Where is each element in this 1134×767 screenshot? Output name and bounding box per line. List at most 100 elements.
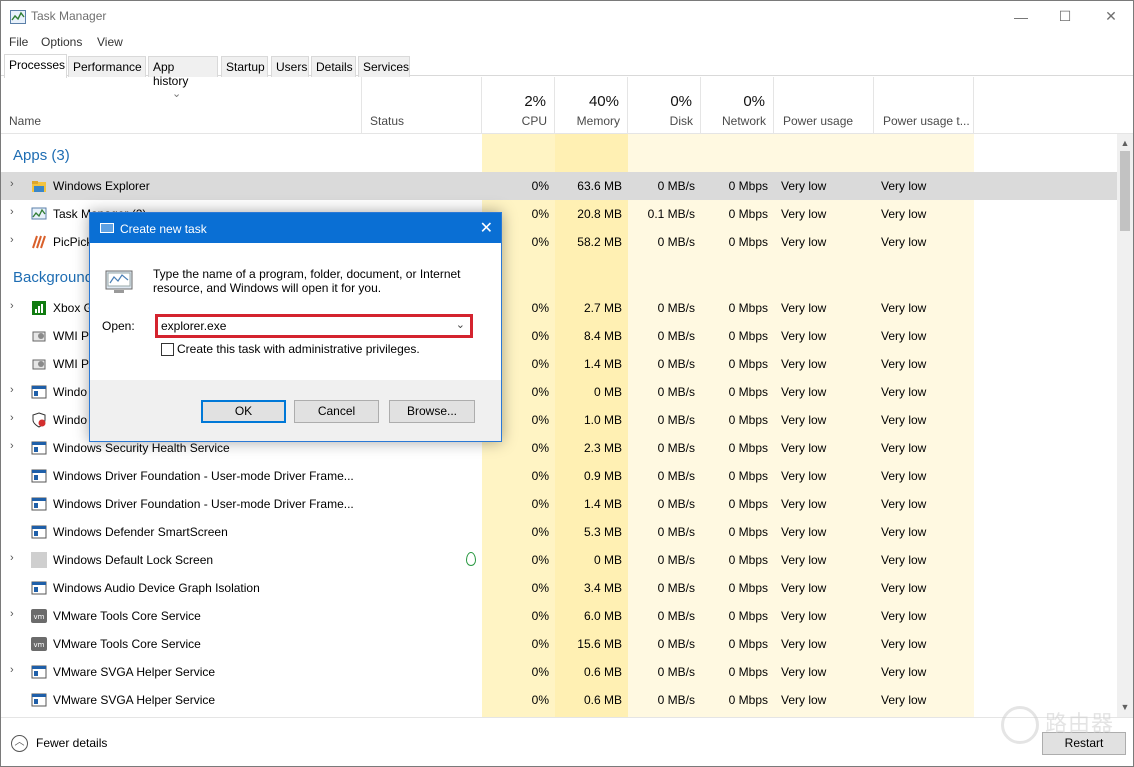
open-combobox[interactable]: explorer.exe ⌄ bbox=[155, 314, 473, 338]
cpu-total: 2% bbox=[524, 93, 546, 110]
process-power-trend: Very low bbox=[881, 637, 926, 651]
process-row[interactable]: VMware SVGA Helper Service0%0.6 MB0 MB/s… bbox=[1, 686, 1117, 714]
process-row[interactable]: ›Windows Default Lock Screen0%0 MB0 MB/s… bbox=[1, 546, 1117, 574]
scroll-up-icon[interactable]: ▲ bbox=[1117, 138, 1133, 148]
col-power[interactable]: Power usage bbox=[774, 77, 874, 134]
process-power-trend: Very low bbox=[881, 329, 926, 343]
admin-checkbox-label[interactable]: Create this task with administrative pri… bbox=[177, 342, 420, 356]
minimize-button[interactable]: — bbox=[998, 1, 1044, 32]
expand-chevron-icon[interactable]: › bbox=[10, 440, 14, 452]
expand-chevron-icon[interactable]: › bbox=[10, 384, 14, 396]
process-row[interactable]: vmVMware Tools Core Service0%15.6 MB0 MB… bbox=[1, 630, 1117, 658]
process-power: Very low bbox=[781, 693, 826, 707]
close-button[interactable]: ✕ bbox=[1088, 1, 1134, 32]
expand-chevron-icon[interactable]: › bbox=[10, 552, 14, 564]
open-input-value[interactable]: explorer.exe bbox=[161, 319, 226, 333]
col-network[interactable]: 0% Network bbox=[701, 77, 774, 134]
process-power: Very low bbox=[781, 329, 826, 343]
process-name: Windows Driver Foundation - User-mode Dr… bbox=[53, 469, 354, 483]
run-program-icon bbox=[103, 265, 135, 297]
col-name[interactable]: Name bbox=[1, 77, 362, 134]
dialog-body: Type the name of a program, folder, docu… bbox=[90, 243, 501, 380]
network-total: 0% bbox=[743, 93, 765, 110]
watermark-circle-icon bbox=[1001, 706, 1039, 744]
chevron-up-icon[interactable]: ︿ bbox=[11, 735, 28, 752]
col-status[interactable]: Status bbox=[362, 77, 482, 134]
maximize-button[interactable]: ☐ bbox=[1042, 1, 1088, 32]
process-network: 0 Mbps bbox=[701, 525, 768, 539]
ok-button[interactable]: OK bbox=[201, 400, 286, 423]
process-name: Windo bbox=[53, 385, 87, 399]
process-row[interactable]: Windows Driver Foundation - User-mode Dr… bbox=[1, 490, 1117, 518]
process-power: Very low bbox=[781, 497, 826, 511]
tab-processes[interactable]: Processes bbox=[4, 54, 67, 78]
dialog-title: Create new task bbox=[120, 222, 207, 236]
expand-chevron-icon[interactable]: › bbox=[10, 178, 14, 190]
process-row[interactable]: ›vmVMware Tools Core Service0%6.0 MB0 MB… bbox=[1, 602, 1117, 630]
process-memory: 6.0 MB bbox=[555, 609, 622, 623]
process-power: Very low bbox=[781, 441, 826, 455]
process-cpu: 0% bbox=[482, 581, 549, 595]
process-disk: 0 MB/s bbox=[628, 357, 695, 371]
expand-chevron-icon[interactable]: › bbox=[10, 206, 14, 218]
expand-chevron-icon[interactable]: › bbox=[10, 664, 14, 676]
watermark-text: 路由器 bbox=[1045, 706, 1114, 738]
process-power-trend: Very low bbox=[881, 497, 926, 511]
col-cpu[interactable]: 2% CPU bbox=[482, 77, 555, 134]
process-row[interactable]: Windows Driver Foundation - User-mode Dr… bbox=[1, 462, 1117, 490]
expand-chevron-icon[interactable]: › bbox=[10, 412, 14, 424]
process-power-trend: Very low bbox=[881, 385, 926, 399]
tab-performance[interactable]: Performance bbox=[68, 56, 146, 77]
expand-chevron-icon[interactable]: › bbox=[10, 234, 14, 246]
task-manager-icon bbox=[10, 10, 26, 24]
process-icon bbox=[31, 412, 47, 428]
process-icon bbox=[31, 468, 47, 484]
dialog-close-icon[interactable]: ✕ bbox=[480, 218, 493, 238]
process-cpu: 0% bbox=[482, 609, 549, 623]
cancel-button[interactable]: Cancel bbox=[294, 400, 379, 423]
tab-services[interactable]: Services bbox=[358, 56, 410, 77]
group-background: Background bbox=[13, 269, 93, 286]
col-disk[interactable]: 0% Disk bbox=[628, 77, 701, 134]
col-memory[interactable]: 40% Memory bbox=[555, 77, 628, 134]
tab-users[interactable]: Users bbox=[271, 56, 309, 77]
svg-text:vm: vm bbox=[34, 613, 45, 621]
process-icon bbox=[31, 664, 47, 680]
chevron-down-icon[interactable]: ⌄ bbox=[456, 318, 465, 331]
process-icon: vm bbox=[31, 608, 47, 624]
fewer-details-link[interactable]: Fewer details bbox=[36, 736, 107, 750]
menu-view[interactable]: View bbox=[97, 35, 123, 49]
process-name: PicPick bbox=[53, 235, 92, 249]
expand-chevron-icon[interactable]: › bbox=[10, 300, 14, 312]
tab-app-history[interactable]: App history bbox=[148, 56, 218, 77]
scroll-thumb[interactable] bbox=[1120, 151, 1130, 231]
process-disk: 0 MB/s bbox=[628, 385, 695, 399]
process-network: 0 Mbps bbox=[701, 469, 768, 483]
process-power-trend: Very low bbox=[881, 179, 926, 193]
process-row[interactable]: ›Windows Explorer0%63.6 MB0 MB/s0 MbpsVe… bbox=[1, 172, 1117, 200]
process-memory: 1.4 MB bbox=[555, 357, 622, 371]
process-disk: 0 MB/s bbox=[628, 665, 695, 679]
admin-checkbox[interactable] bbox=[161, 343, 174, 356]
run-icon bbox=[100, 223, 114, 233]
process-icon bbox=[31, 178, 47, 194]
process-row[interactable]: Windows Defender SmartScreen0%5.3 MB0 MB… bbox=[1, 518, 1117, 546]
dialog-title-bar: Create new task ✕ bbox=[90, 213, 501, 243]
process-network: 0 Mbps bbox=[701, 235, 768, 249]
process-icon bbox=[31, 206, 47, 222]
process-network: 0 Mbps bbox=[701, 413, 768, 427]
menu-file[interactable]: File bbox=[9, 35, 28, 49]
process-cpu: 0% bbox=[482, 637, 549, 651]
process-row[interactable]: Windows Audio Device Graph Isolation0%3.… bbox=[1, 574, 1117, 602]
process-icon bbox=[31, 356, 47, 372]
vertical-scrollbar[interactable]: ▲ ▼ bbox=[1117, 134, 1133, 717]
tab-details[interactable]: Details bbox=[311, 56, 356, 77]
col-power-trend[interactable]: Power usage t... bbox=[874, 77, 974, 134]
expand-chevron-icon[interactable]: › bbox=[10, 608, 14, 620]
process-memory: 0.9 MB bbox=[555, 469, 622, 483]
tab-startup[interactable]: Startup bbox=[221, 56, 268, 77]
menu-options[interactable]: Options bbox=[41, 35, 82, 49]
process-row[interactable]: ›VMware SVGA Helper Service0%0.6 MB0 MB/… bbox=[1, 658, 1117, 686]
process-power-trend: Very low bbox=[881, 609, 926, 623]
browse-button[interactable]: Browse... bbox=[389, 400, 475, 423]
